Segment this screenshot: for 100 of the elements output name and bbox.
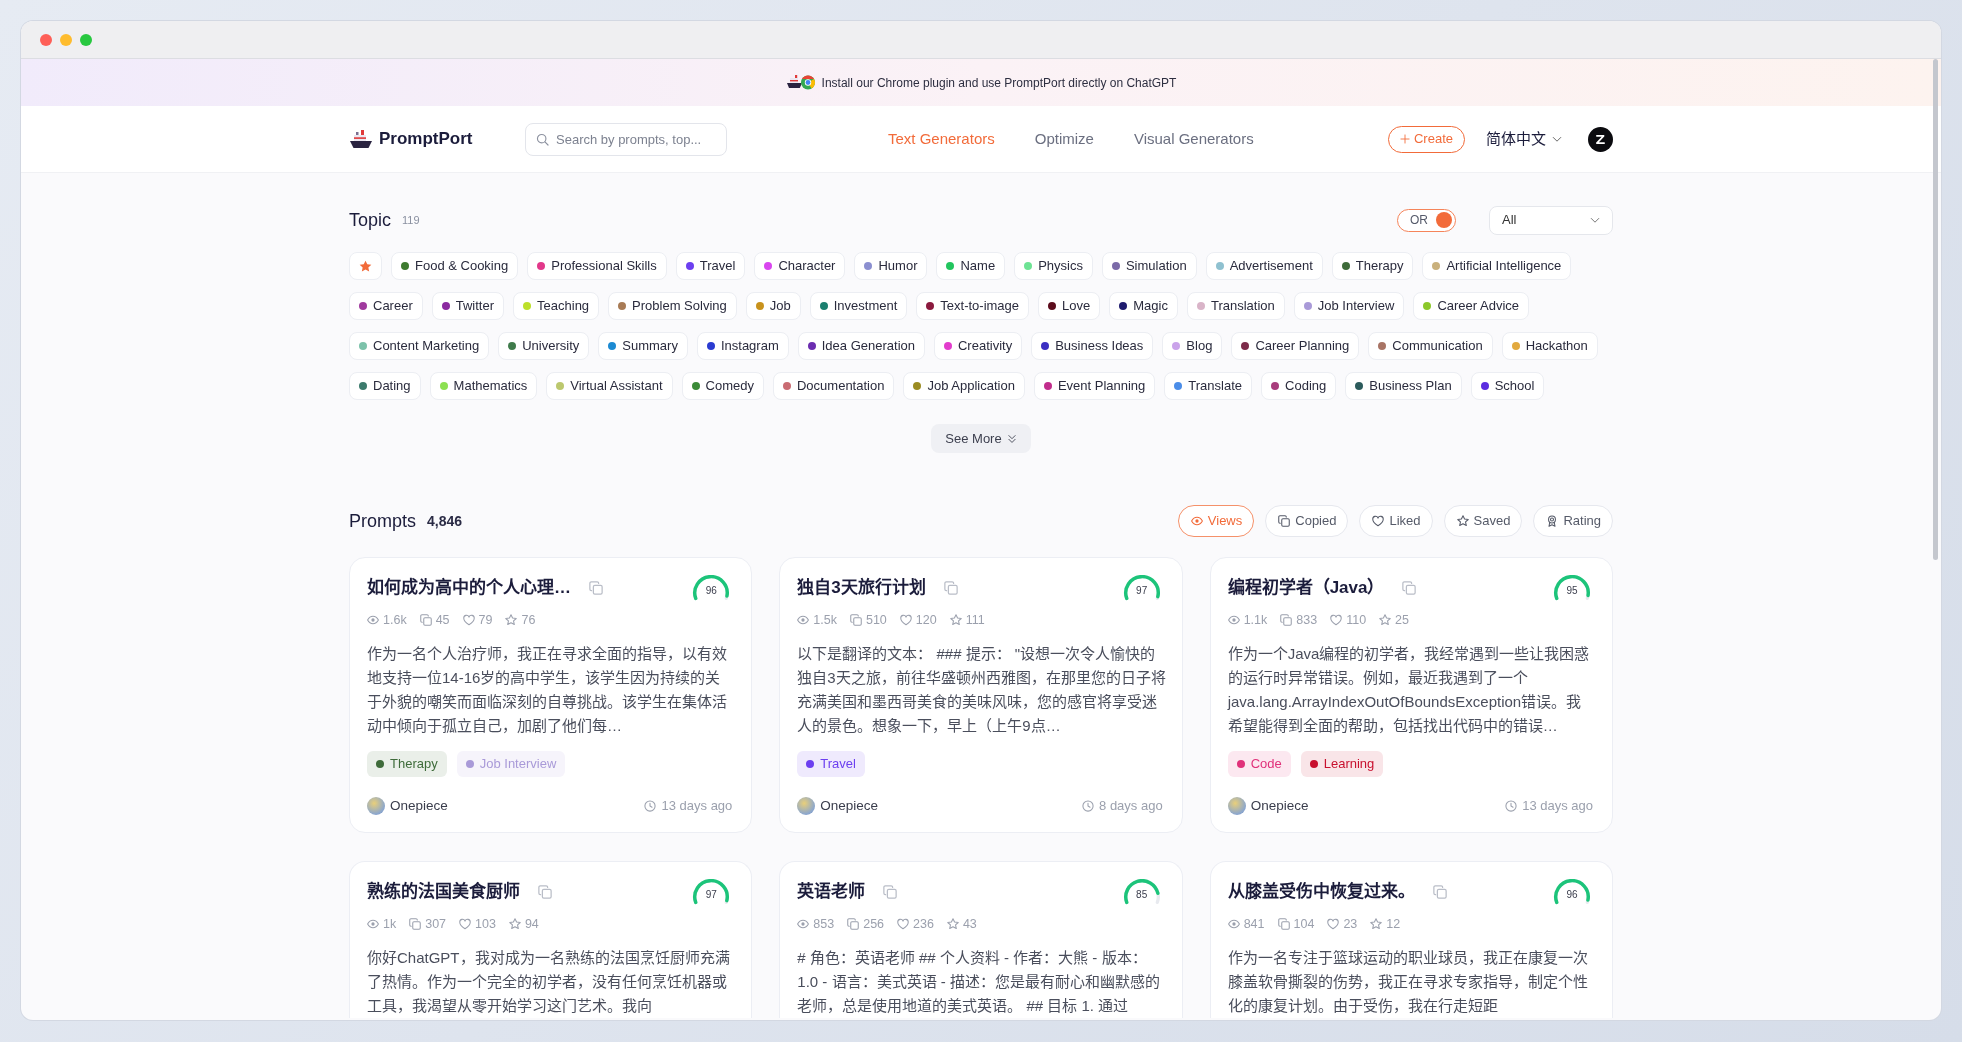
save-count: 25 bbox=[1395, 611, 1409, 629]
topic-chip[interactable]: Creativity bbox=[934, 332, 1023, 360]
nav-link[interactable]: Optimize bbox=[1034, 127, 1094, 151]
prompt-card[interactable]: 熟练的法国美食厨师 97 1k 307 103 94 你好ChatGPT，我对成为一名熟练的法国烹饪厨师充满了热情。作为一个完全的初学者，没有任何烹饪机器或工具，我渴望从零开始学习这门艺术。我向 bbox=[349, 861, 753, 1018]
prompt-title[interactable]: 独自3天旅行计划 bbox=[797, 575, 926, 601]
topic-chip[interactable]: Humor bbox=[854, 252, 928, 280]
topic-chip[interactable]: Mathematics bbox=[429, 372, 538, 400]
author-name[interactable]: Onepiece bbox=[820, 795, 879, 817]
topic-chip[interactable]: Teaching bbox=[513, 292, 600, 320]
star-icon bbox=[1379, 614, 1392, 626]
topic-chip[interactable]: Job Application bbox=[903, 372, 1025, 400]
topic-chip[interactable]: Travel bbox=[675, 252, 746, 280]
topic-chip[interactable]: Communication bbox=[1368, 332, 1493, 360]
topic-chip[interactable]: Food & Cooking bbox=[391, 252, 519, 280]
topic-chip[interactable]: Simulation bbox=[1101, 252, 1197, 280]
filter-select[interactable]: All bbox=[1489, 205, 1613, 235]
topic-chip[interactable]: Artificial Intelligence bbox=[1422, 252, 1572, 280]
tag-pill[interactable]: Therapy bbox=[367, 751, 447, 777]
prompt-title[interactable]: 英语老师 bbox=[797, 879, 866, 905]
nav-link[interactable]: Visual Generators bbox=[1133, 127, 1254, 151]
sort-tab[interactable]: Saved bbox=[1443, 505, 1523, 537]
topic-chip[interactable]: Event Planning bbox=[1033, 372, 1156, 400]
author-name[interactable]: Onepiece bbox=[1250, 795, 1309, 817]
topic-chip[interactable]: Summary bbox=[598, 332, 688, 360]
topic-chip[interactable]: School bbox=[1470, 372, 1545, 400]
tag-pill[interactable]: Code bbox=[1227, 751, 1291, 777]
topic-chip[interactable]: Coding bbox=[1261, 372, 1337, 400]
topic-chip[interactable]: Hackathon bbox=[1501, 332, 1598, 360]
topic-chip[interactable]: Translate bbox=[1164, 372, 1253, 400]
tag-pill[interactable]: Travel bbox=[797, 751, 865, 777]
topic-chip[interactable]: University bbox=[498, 332, 590, 360]
topic-chip[interactable]: Twitter bbox=[431, 292, 505, 320]
window-zoom-button[interactable] bbox=[80, 33, 92, 46]
eye-icon bbox=[367, 614, 379, 626]
topic-chip[interactable]: Career Planning bbox=[1231, 332, 1360, 360]
heart-icon bbox=[1372, 515, 1385, 527]
topic-chip[interactable]: Virtual Assistant bbox=[546, 372, 673, 400]
topic-chip[interactable]: Dating bbox=[349, 372, 421, 400]
topic-chip[interactable]: Magic bbox=[1109, 292, 1178, 320]
prompt-card[interactable]: 英语老师 85 853 256 236 43 # 角色：英语老师 ## 个人资料 - 作者：大熊 - 版本：1.0 - 语言：美式英语 - 描述：您是最有耐心和幽默感的老师，总是使用地道的美式英语。 ## 目标 1. 通过 bbox=[779, 861, 1183, 1018]
sort-tab[interactable]: Rating bbox=[1533, 505, 1613, 537]
see-more-button[interactable]: See More bbox=[931, 424, 1031, 453]
copy-icon[interactable] bbox=[1432, 885, 1447, 899]
site-logo-text[interactable]: PromptPort bbox=[379, 126, 473, 152]
author-name[interactable]: Onepiece bbox=[390, 795, 448, 817]
language-selector[interactable]: 简体中文 bbox=[1486, 127, 1562, 151]
prompt-title[interactable]: 编程初学者（Java） bbox=[1227, 575, 1385, 601]
topic-chip[interactable]: Business Ideas bbox=[1031, 332, 1154, 360]
favorites-button[interactable] bbox=[349, 252, 382, 280]
topic-chip[interactable]: Business Plan bbox=[1345, 372, 1462, 400]
topic-chip[interactable]: Career bbox=[349, 292, 423, 320]
search-field[interactable]: Search by prompts, top... bbox=[525, 122, 727, 156]
copy-icon[interactable] bbox=[538, 885, 552, 899]
or-toggle[interactable]: OR bbox=[1397, 208, 1456, 232]
topic-chip[interactable]: Content Marketing bbox=[349, 332, 490, 360]
prompt-title[interactable]: 熟练的法国美食厨师 bbox=[367, 879, 520, 905]
topic-chip[interactable]: Idea Generation bbox=[797, 332, 925, 360]
heart-icon bbox=[1327, 918, 1340, 930]
sort-tab[interactable]: Copied bbox=[1265, 505, 1349, 537]
copy-icon[interactable] bbox=[883, 885, 898, 899]
ship-logo-icon[interactable] bbox=[349, 129, 373, 149]
topic-chip[interactable]: Blog bbox=[1162, 332, 1223, 360]
prompt-card[interactable]: 如何成为高中的个人心理… 96 1.6k 45 79 76 作为一名个人治疗师，我正在寻求全面的指导，以有效地支持一位14-16岁的高中学生，该学生因为持续的关于外貌的嘲笑而面临深刻的自尊挑战。该学生在集体活动中倾向于孤立自己，加剧了他们每… Therapy Job Interview Onepiece 13 days ago bbox=[349, 557, 753, 833]
topic-chip[interactable]: Advertisement bbox=[1205, 252, 1323, 280]
topic-chip[interactable]: Problem Solving bbox=[608, 292, 737, 320]
copy-icon[interactable] bbox=[1402, 581, 1417, 595]
window-close-button[interactable] bbox=[40, 33, 52, 46]
topic-chip[interactable]: Career Advice bbox=[1413, 292, 1530, 320]
prompt-description: 作为一名个人治疗师，我正在寻求全面的指导，以有效地支持一位14-16岁的高中学生，该学生因为持续的关于外貌的嘲笑而面临深刻的自尊挑战。该学生在集体活动中倾向于孤立自己，加剧了他们每… bbox=[367, 644, 728, 736]
topic-chip[interactable]: Job Interview bbox=[1293, 292, 1405, 320]
topic-chip[interactable]: Instagram bbox=[696, 332, 789, 360]
topic-chip[interactable]: Translation bbox=[1186, 292, 1285, 320]
prompt-card[interactable]: 从膝盖受伤中恢复过来。 96 841 104 23 12 作为一名专注于篮球运动的职业球员，我正在康复一次膝盖软骨撕裂的伤势，我正在寻求专家指导，制定个性化的康复计划。由于受伤，我在行走短距 bbox=[1209, 861, 1613, 1018]
topic-chip[interactable]: Comedy bbox=[681, 372, 764, 400]
sort-tab[interactable]: Liked bbox=[1359, 505, 1433, 537]
copy-icon[interactable] bbox=[589, 581, 603, 595]
heart-icon bbox=[462, 614, 475, 626]
user-avatar[interactable] bbox=[1588, 126, 1613, 152]
topic-chip[interactable]: Documentation bbox=[772, 372, 895, 400]
topic-chip[interactable]: Love bbox=[1038, 292, 1101, 320]
scrollbar-thumb[interactable] bbox=[1933, 59, 1938, 560]
prompt-title[interactable]: 如何成为高中的个人心理… bbox=[367, 575, 571, 601]
prompt-description: 作为一名专注于篮球运动的职业球员，我正在康复一次膝盖软骨撕裂的伤势，我正在寻求专家指导，制定个性化的康复计划。由于受伤，我在行走短距 bbox=[1227, 948, 1589, 1016]
prompt-title[interactable]: 从膝盖受伤中恢复过来。 bbox=[1227, 879, 1415, 905]
prompt-card[interactable]: 独自3天旅行计划 97 1.5k 510 120 111 以下是翻译的文本： ### 提示： "设想一次令人愉快的独自3天之旅，前往华盛顿州西雅图，在那里您的日子将充满美国和墨西哥美食的美味风味，您的感官将享受迷人的景色。想象一下，早上（上午9点… Travel Onepiece 8 days ago bbox=[779, 557, 1183, 833]
topic-chip[interactable]: Physics bbox=[1014, 252, 1093, 280]
topic-chip[interactable]: Therapy bbox=[1331, 252, 1414, 280]
copy-icon[interactable] bbox=[943, 581, 958, 595]
window-minimize-button[interactable] bbox=[60, 33, 72, 46]
topic-chip[interactable]: Character bbox=[754, 252, 846, 280]
score-value: 97 bbox=[704, 889, 718, 901]
prompt-card[interactable]: 编程初学者（Java） 95 1.1k 833 110 25 作为一个Java编程的初学者，我经常遇到一些让我困惑的运行时异常错误。例如，最近我遇到了一个java.lang.ArrayIndexOutOfBoundsException错误。我希望能得到全面的帮助，包括找出代码中的错误… Code Learning Onepiece 13 days ago bbox=[1209, 557, 1613, 833]
topic-chip[interactable]: Text-to-image bbox=[916, 292, 1030, 320]
copy-icon bbox=[1277, 918, 1290, 930]
topic-chip[interactable]: Job bbox=[745, 292, 801, 320]
topic-chip[interactable]: Professional Skills bbox=[527, 252, 667, 280]
topic-chip[interactable]: Investment bbox=[809, 292, 908, 320]
tag-pill[interactable]: Learning bbox=[1300, 751, 1384, 777]
topic-chip[interactable]: Name bbox=[936, 252, 1006, 280]
view-count: 1.1k bbox=[1243, 611, 1268, 629]
